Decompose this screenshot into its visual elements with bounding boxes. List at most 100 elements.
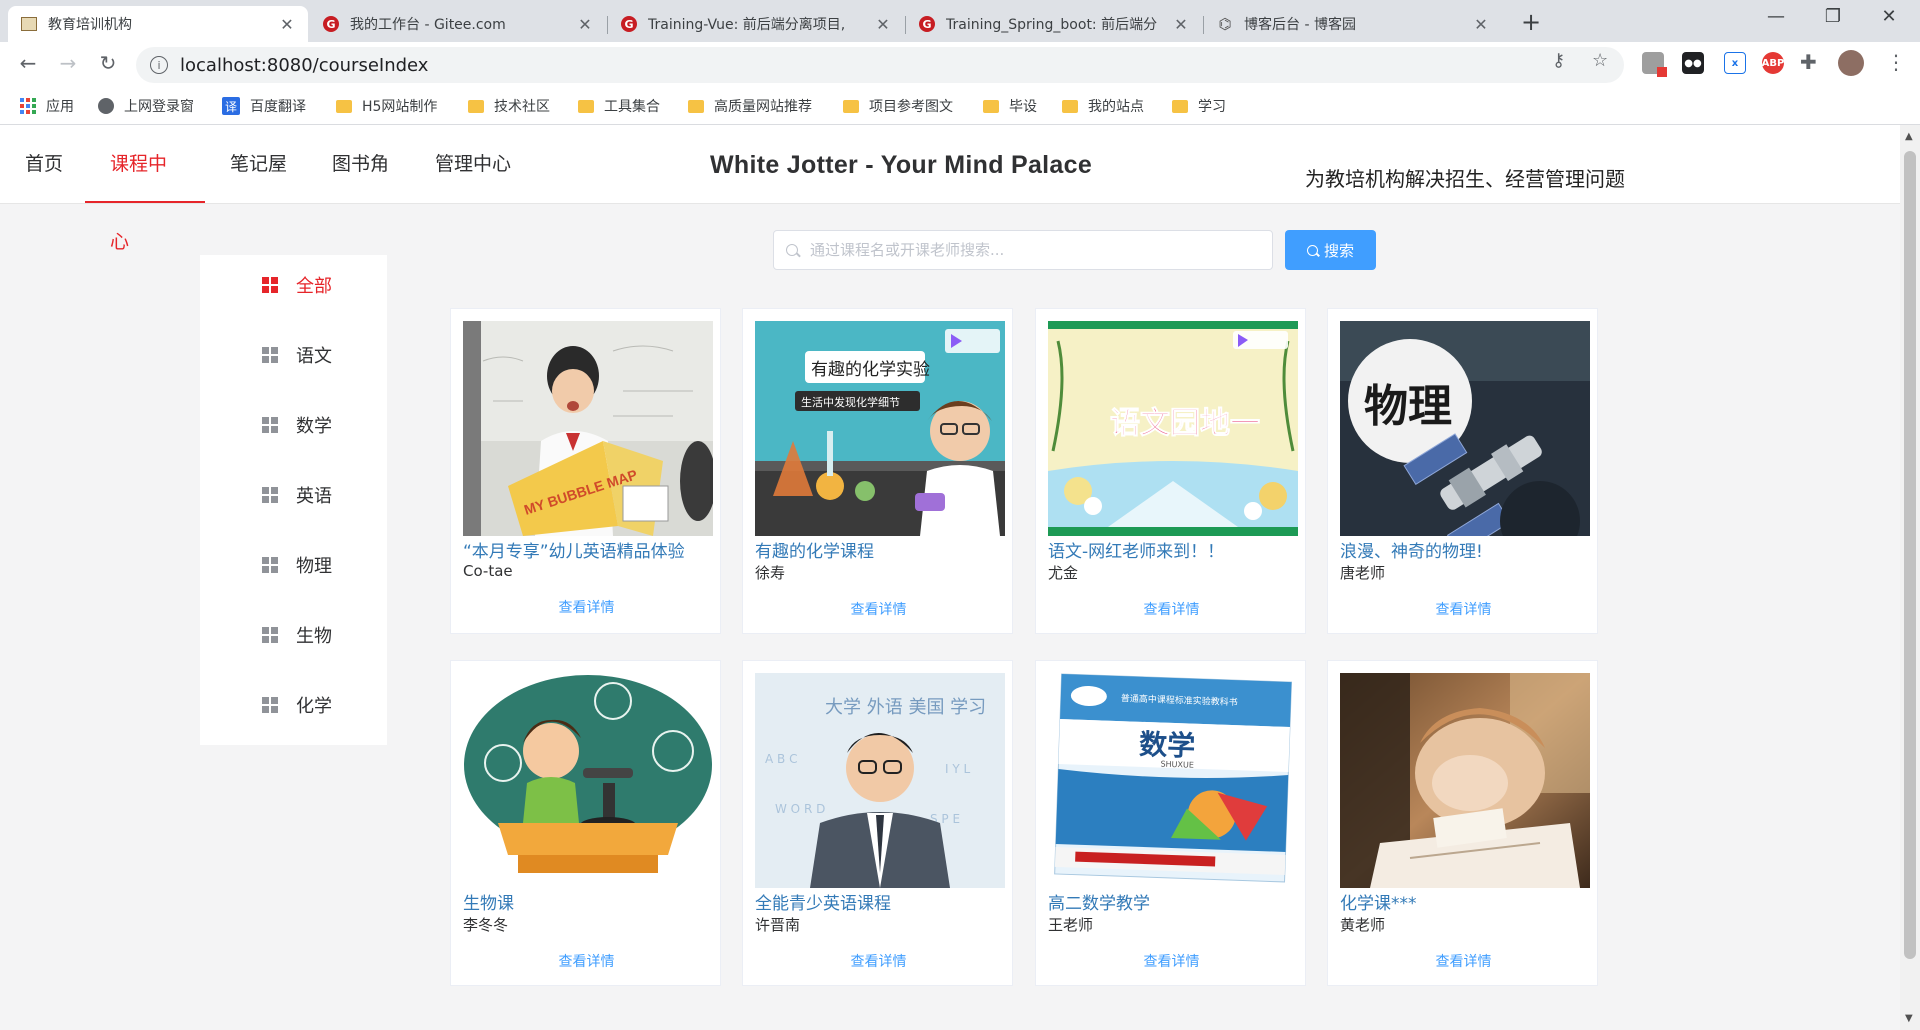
site-info-icon[interactable]: i — [150, 56, 168, 74]
folder-icon — [1172, 99, 1188, 113]
course-card[interactable]: MY BUBBLE MAP “本月专享”幼儿英语精品体验 Co-tae 查看详情 — [450, 308, 721, 634]
course-thumbnail[interactable] — [463, 673, 713, 888]
view-details-link[interactable]: 查看详情 — [1328, 951, 1599, 971]
course-thumbnail[interactable]: 物理 — [1340, 321, 1590, 536]
gitee-icon: G — [918, 15, 936, 33]
restore-icon[interactable]: ❐ — [1810, 6, 1856, 27]
reload-icon[interactable]: ↻ — [94, 51, 122, 75]
browser-tab-1[interactable]: 教育培训机构 ✕ — [8, 6, 308, 42]
slogan: 为教培机构解决招生、经营管理问题 — [1305, 167, 1625, 191]
view-details-link[interactable]: 查看详情 — [743, 951, 1014, 971]
cnblogs-icon: ⌬ — [1218, 15, 1232, 33]
course-card[interactable]: 普通高中课程标准实验教科书 数学 SHUXUE 高二数学教学 王老师 查看详情 — [1035, 660, 1306, 986]
avatar[interactable] — [1838, 50, 1864, 76]
bookmark-folder[interactable]: H5网站制作 — [336, 96, 437, 116]
course-thumbnail[interactable]: 大学 外语 美国 学习 A B CI Y LW O R DS P E — [755, 673, 1005, 888]
course-title[interactable]: “本月专享”幼儿英语精品体验 — [463, 537, 685, 562]
url-text[interactable]: localhost:8080/courseIndex — [180, 55, 428, 76]
course-card[interactable]: 物理 浪漫、神奇的物理! 唐老师 查看详情 — [1327, 308, 1598, 634]
bookmark-translate[interactable]: 译 百度翻译 — [222, 96, 306, 116]
course-title[interactable]: 浪漫、神奇的物理! — [1340, 537, 1483, 562]
adblock-icon[interactable]: ABP — [1762, 52, 1784, 74]
bookmark-folder[interactable]: 毕设 — [983, 96, 1037, 116]
bookmark-apps[interactable]: 应用 — [20, 96, 74, 116]
course-thumbnail[interactable]: 普通高中课程标准实验教科书 数学 SHUXUE — [1048, 673, 1298, 888]
close-icon[interactable]: ✕ — [576, 15, 594, 34]
course-title[interactable]: 语文-网红老师来到！！ — [1048, 537, 1224, 562]
nav-item-notes[interactable]: 笔记屋 — [205, 125, 312, 203]
scroll-down-icon[interactable]: ▼ — [1905, 1013, 1913, 1024]
search-button[interactable]: 搜索 — [1285, 230, 1376, 270]
omnibox[interactable]: i localhost:8080/courseIndex — [136, 47, 1624, 83]
course-thumbnail[interactable]: 有趣的化学实验 生活中发现化学细节 — [755, 321, 1005, 536]
close-icon[interactable]: ✕ — [1172, 15, 1190, 34]
browser-tab-5[interactable]: ⌬ 博客后台 - 博客园 ✕ — [1204, 6, 1502, 42]
course-thumbnail[interactable]: MY BUBBLE MAP — [463, 321, 713, 536]
course-thumbnail[interactable] — [1340, 673, 1590, 888]
minimize-icon[interactable]: — — [1753, 6, 1799, 27]
course-thumbnail[interactable]: 语文园地一 — [1048, 321, 1298, 536]
extensions-puzzle-icon[interactable]: ✚ — [1800, 50, 1817, 74]
bookmark-folder[interactable]: 高质量网站推荐 — [688, 96, 812, 116]
view-details-link[interactable]: 查看详情 — [1328, 599, 1599, 619]
nav-item-books[interactable]: 图书角 — [307, 125, 414, 203]
bookmark-star-icon[interactable]: ☆ — [1592, 50, 1608, 71]
nav-item-home[interactable]: 首页 — [0, 125, 88, 203]
bookmark-folder[interactable]: 技术社区 — [468, 96, 550, 116]
menu-kebab-icon[interactable]: ⋮ — [1886, 50, 1906, 74]
view-details-link[interactable]: 查看详情 — [451, 951, 722, 971]
key-icon[interactable]: ⚷ — [1552, 50, 1565, 71]
search-box[interactable] — [773, 230, 1273, 270]
close-icon[interactable]: ✕ — [1472, 15, 1490, 34]
view-details-link[interactable]: 查看详情 — [1036, 951, 1307, 971]
thumbnail-caption: 语文园地一 — [1110, 406, 1260, 441]
thumbnail-subcaption: 生活中发现化学细节 — [801, 395, 900, 409]
course-title[interactable]: 全能青少英语课程 — [755, 889, 891, 914]
search-input[interactable] — [808, 240, 1252, 260]
view-details-link[interactable]: 查看详情 — [1036, 599, 1307, 619]
category-item-biology[interactable]: 生物 — [200, 607, 387, 663]
category-item-chinese[interactable]: 语文 — [200, 327, 387, 383]
back-icon[interactable]: ← — [14, 51, 42, 75]
course-title[interactable]: 化学课*** — [1340, 889, 1417, 914]
category-item-math[interactable]: 数学 — [200, 397, 387, 453]
bookmark-folder[interactable]: 学习 — [1172, 96, 1226, 116]
course-card[interactable]: 化学课*** 黄老师 查看详情 — [1327, 660, 1598, 986]
bookmark-folder[interactable]: 我的站点 — [1062, 96, 1144, 116]
scroll-up-icon[interactable]: ▲ — [1905, 131, 1913, 142]
nav-item-admin[interactable]: 管理中心 — [410, 125, 536, 203]
new-tab-button[interactable]: + — [1521, 8, 1541, 36]
browser-tab-2[interactable]: G 我的工作台 - Gitee.com ✕ — [310, 6, 606, 42]
close-icon[interactable]: ✕ — [874, 15, 892, 34]
category-item-physics[interactable]: 物理 — [200, 537, 387, 593]
page-scrollbar[interactable]: ▲ ▼ — [1900, 125, 1920, 1030]
bookmark-folder[interactable]: 工具集合 — [578, 96, 660, 116]
course-card[interactable]: 生物课 李冬冬 查看详情 — [450, 660, 721, 986]
bookmark-folder[interactable]: 项目参考图文 — [843, 96, 953, 116]
svg-text:I Y L: I Y L — [945, 762, 970, 776]
forward-icon[interactable]: → — [54, 51, 82, 75]
course-title[interactable]: 生物课 — [463, 889, 514, 914]
view-details-link[interactable]: 查看详情 — [451, 597, 722, 617]
course-card[interactable]: 大学 外语 美国 学习 A B CI Y LW O R DS P E 全能青少英… — [742, 660, 1013, 986]
course-title[interactable]: 高二数学教学 — [1048, 889, 1150, 914]
category-item-chemistry[interactable]: 化学 — [200, 677, 387, 733]
scrollbar-thumb[interactable] — [1904, 151, 1916, 959]
view-details-link[interactable]: 查看详情 — [743, 599, 1014, 619]
window-close-icon[interactable]: ✕ — [1866, 6, 1912, 27]
course-card[interactable]: 语文园地一 语文-网红老师来到！！ 尤金 查看详情 — [1035, 308, 1306, 634]
extension-icon[interactable] — [1642, 52, 1667, 77]
browser-tab-3[interactable]: G Training-Vue: 前后端分离项目, ✕ — [608, 6, 904, 42]
bookmark-login[interactable]: 上网登录窗 — [98, 96, 194, 116]
translate-extension-icon[interactable]: x — [1724, 52, 1746, 74]
nav-item-courses[interactable]: 课程中心 — [85, 125, 205, 253]
category-item-all[interactable]: 全部 — [200, 257, 387, 313]
course-teacher: 尤金 — [1048, 564, 1079, 582]
course-card[interactable]: 有趣的化学实验 生活中发现化学细节 有趣的化学课程 徐寿 查看详情 — [742, 308, 1013, 634]
course-title[interactable]: 有趣的化学课程 — [755, 537, 874, 562]
browser-tab-4[interactable]: G Training_Spring_boot: 前后端分 ✕ — [906, 6, 1202, 42]
category-item-english[interactable]: 英语 — [200, 467, 387, 523]
svg-text:W O R D: W O R D — [775, 802, 825, 816]
close-icon[interactable]: ✕ — [278, 15, 296, 34]
tampermonkey-icon[interactable]: ●● — [1682, 52, 1704, 74]
